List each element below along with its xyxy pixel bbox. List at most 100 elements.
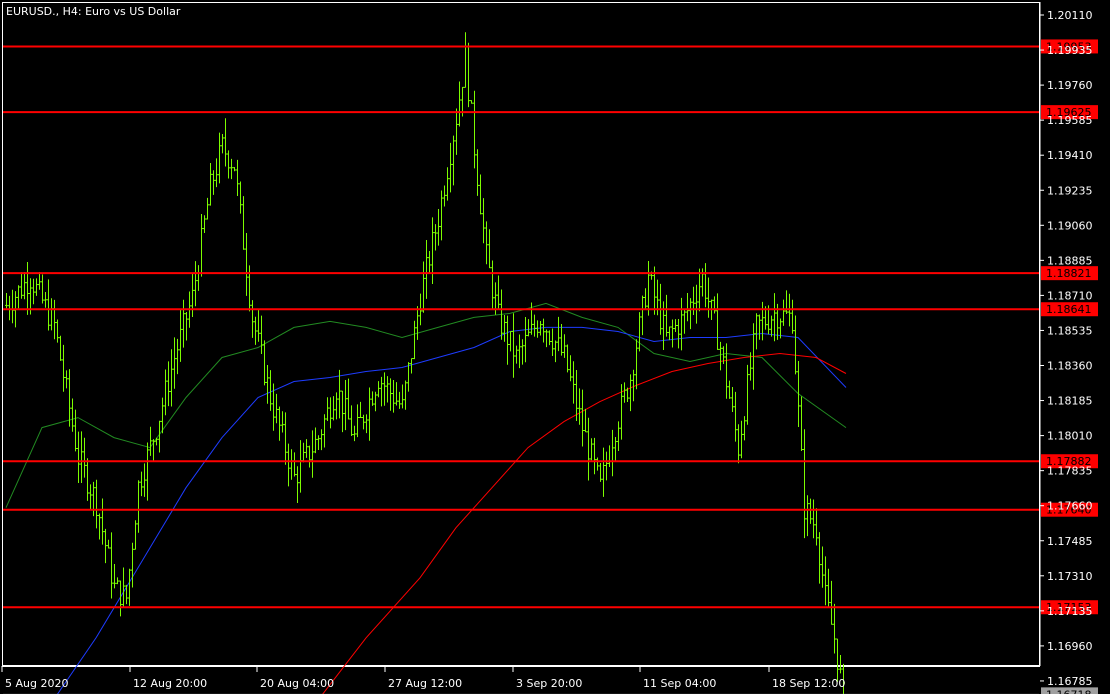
candle <box>221 133 224 154</box>
candle <box>377 381 380 398</box>
candle <box>755 313 758 350</box>
candle <box>560 323 563 356</box>
candle <box>593 437 596 475</box>
candle <box>89 484 92 511</box>
candle <box>506 315 509 365</box>
price-chart[interactable]: 1.199531.196251.188211.186411.178821.176… <box>0 0 1110 694</box>
candle <box>56 319 59 343</box>
candle <box>470 100 473 104</box>
candle <box>209 163 212 206</box>
candle <box>647 261 650 316</box>
candle <box>572 361 575 404</box>
candle <box>395 382 398 406</box>
candle <box>104 528 107 564</box>
candle <box>524 317 527 363</box>
candle <box>350 405 353 436</box>
candle <box>236 159 239 197</box>
candle <box>101 498 104 545</box>
candle <box>668 326 671 341</box>
candle <box>590 438 593 461</box>
candle <box>83 437 86 478</box>
price-tick-label: 1.19760 <box>1047 79 1093 92</box>
candle <box>338 369 341 419</box>
candle <box>332 396 335 421</box>
chart-window[interactable]: 1.19953 1.19625 1.18821 1.18641 1.17882 1.176… <box>0 0 1110 694</box>
candle <box>389 378 392 411</box>
candle <box>695 284 698 324</box>
candle <box>293 452 296 477</box>
candle <box>353 425 356 442</box>
candle <box>416 306 419 340</box>
candle <box>218 132 221 184</box>
candle <box>167 361 170 407</box>
candle <box>614 437 617 462</box>
candle <box>323 414 326 448</box>
candle <box>257 310 260 342</box>
candle <box>665 294 668 337</box>
candle <box>230 158 233 180</box>
candle <box>686 293 689 322</box>
candle <box>278 406 281 441</box>
level-price-tag: 1.18641 <box>1041 302 1098 317</box>
plot-frame <box>2 2 1040 666</box>
candle <box>62 344 65 392</box>
candle <box>440 190 443 241</box>
candle <box>110 532 113 599</box>
candle <box>482 198 485 244</box>
candle <box>521 339 524 365</box>
candle <box>317 435 320 451</box>
candle <box>329 397 332 429</box>
candle <box>197 265 200 291</box>
candle <box>746 364 749 425</box>
candle <box>146 442 149 501</box>
candle <box>737 424 740 464</box>
candle <box>518 334 521 369</box>
candle <box>44 292 47 308</box>
candle <box>281 411 284 433</box>
candle <box>26 262 29 315</box>
candle <box>491 260 494 309</box>
candle <box>368 387 371 441</box>
candle <box>359 401 362 419</box>
candle <box>434 224 437 251</box>
candle <box>260 315 263 355</box>
candle <box>599 462 602 482</box>
horizontal-levels[interactable]: 1.199531.196251.188211.186411.178821.176… <box>3 39 1098 615</box>
candle <box>677 318 680 349</box>
time-tick-label: 12 Aug 20:00 <box>133 677 207 690</box>
candle <box>512 313 515 378</box>
price-tick-label: 1.16960 <box>1047 640 1093 653</box>
candle <box>398 391 401 409</box>
candle <box>806 495 809 537</box>
candle <box>203 215 206 233</box>
candle <box>200 214 203 277</box>
candle <box>638 312 641 352</box>
bid-price-tag: 1.16718 <box>1041 687 1098 694</box>
candle <box>311 430 314 478</box>
candle <box>68 369 71 427</box>
candle <box>443 185 446 207</box>
candle <box>149 426 152 456</box>
price-tick-label: 1.18885 <box>1047 254 1093 267</box>
candle <box>497 275 500 310</box>
candle <box>548 330 551 346</box>
candle <box>176 338 179 375</box>
candle <box>155 437 158 446</box>
candle <box>341 390 344 433</box>
candle <box>527 319 530 337</box>
candle <box>32 278 35 305</box>
candle <box>194 261 197 307</box>
candle <box>284 412 287 465</box>
candle <box>383 372 386 406</box>
candle <box>809 498 812 524</box>
candle <box>287 443 290 487</box>
candle <box>251 300 254 338</box>
candle <box>509 331 512 352</box>
candle <box>386 376 389 403</box>
candle <box>581 389 584 447</box>
candle <box>602 447 605 497</box>
candle <box>824 556 827 606</box>
candle <box>629 374 632 412</box>
candle <box>413 320 416 360</box>
candle <box>113 563 116 589</box>
